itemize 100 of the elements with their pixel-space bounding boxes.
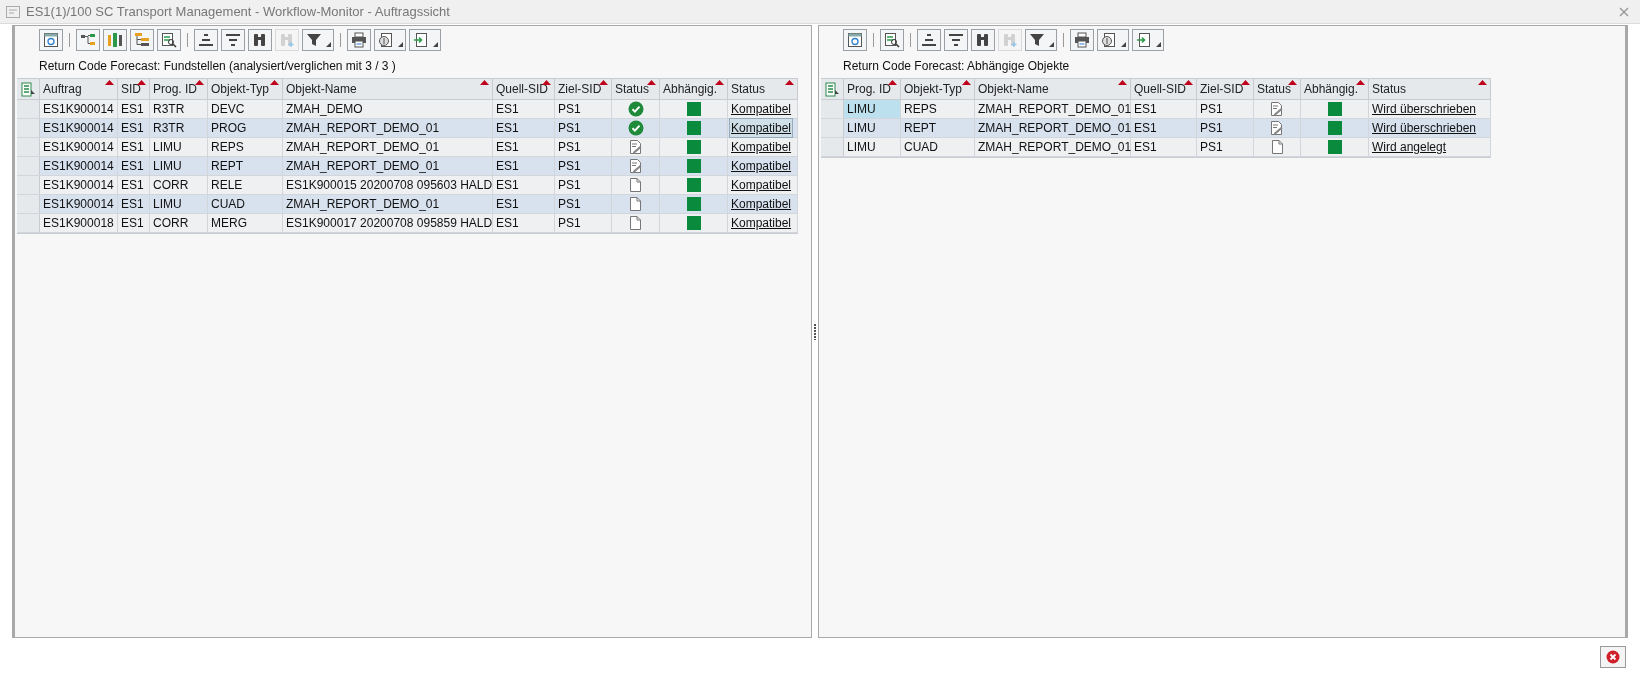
toolbar-button[interactable] bbox=[917, 29, 941, 51]
column-header[interactable]: Quell-SID bbox=[496, 80, 548, 98]
view-icon bbox=[378, 32, 394, 48]
toolbar-button[interactable] bbox=[409, 29, 441, 51]
status-link[interactable]: Kompatibel bbox=[730, 214, 793, 232]
status-link[interactable]: Kompatibel bbox=[730, 176, 793, 194]
dependency-indicator bbox=[1327, 140, 1342, 154]
window-title: ES1(1)/100 SC Transport Management - Workflow-Monitor - Auftragssicht bbox=[26, 2, 450, 21]
tree-icon bbox=[80, 32, 96, 48]
toolbar-button[interactable] bbox=[843, 29, 867, 51]
table-cell: ZMAH_REPORT_DEMO_01 bbox=[975, 100, 1131, 118]
sort-indicator-icon bbox=[480, 80, 489, 85]
status-link[interactable]: Kompatibel bbox=[730, 157, 793, 175]
toolbar-button[interactable] bbox=[76, 29, 100, 51]
toolbar-button[interactable] bbox=[1132, 29, 1164, 51]
toolbar-button[interactable] bbox=[248, 29, 272, 51]
table-cell: ES1 bbox=[493, 176, 555, 194]
table-cell: CORR bbox=[150, 176, 208, 194]
column-header[interactable]: Objekt-Typ bbox=[904, 80, 963, 98]
column-header[interactable]: Status bbox=[731, 80, 766, 98]
table-cell: ES1 bbox=[493, 157, 555, 175]
column-select-icon[interactable] bbox=[20, 81, 36, 97]
table-cell: ES1K900014 bbox=[40, 176, 118, 194]
column-header[interactable]: Ziel-SID bbox=[1200, 80, 1244, 98]
column-header[interactable]: Objekt-Name bbox=[978, 80, 1049, 98]
table-cell: PS1 bbox=[1197, 138, 1254, 156]
toolbar-button[interactable] bbox=[302, 29, 334, 51]
table-cell: ZMAH_REPORT_DEMO_01 bbox=[283, 157, 493, 175]
toolbar-button[interactable] bbox=[130, 29, 154, 51]
toolbar-button[interactable] bbox=[221, 29, 245, 51]
toolbar-button[interactable] bbox=[1070, 29, 1094, 51]
toolbar-button[interactable] bbox=[1097, 29, 1129, 51]
dependency-indicator bbox=[686, 102, 701, 116]
column-header[interactable]: SID bbox=[121, 80, 141, 98]
column-header[interactable]: Abhängig. bbox=[1304, 80, 1359, 98]
document-icon bbox=[1270, 139, 1284, 155]
toolbar-button[interactable] bbox=[194, 29, 218, 51]
toolbar-button[interactable] bbox=[880, 29, 904, 51]
table-cell: LIMU bbox=[150, 195, 208, 213]
filter-icon bbox=[1029, 32, 1045, 48]
sort-indicator-icon bbox=[888, 80, 897, 85]
column-header[interactable]: Abhängig. bbox=[663, 80, 718, 98]
status-link[interactable]: Kompatibel bbox=[730, 138, 793, 156]
close-button[interactable] bbox=[1600, 646, 1626, 668]
table-cell: ES1 bbox=[118, 157, 150, 175]
dependency-indicator bbox=[686, 140, 701, 154]
column-layout-icon bbox=[107, 32, 123, 48]
column-header[interactable]: Ziel-SID bbox=[558, 80, 602, 98]
dependency-indicator bbox=[686, 159, 701, 173]
dependency-indicator bbox=[1327, 102, 1342, 116]
status-link[interactable]: Wird überschrieben bbox=[1371, 119, 1478, 137]
toolbar-button[interactable] bbox=[157, 29, 181, 51]
binoculars-icon bbox=[252, 32, 268, 48]
print-icon bbox=[351, 32, 367, 48]
table-cell: ES1K900014 bbox=[40, 138, 118, 156]
table-cell: LIMU bbox=[150, 157, 208, 175]
table-cell: ES1K900014 bbox=[40, 195, 118, 213]
dependency-indicator bbox=[686, 178, 701, 192]
table-cell: ES1 bbox=[118, 214, 150, 232]
column-header[interactable]: Prog. ID bbox=[847, 80, 891, 98]
table-cell: ZMAH_REPORT_DEMO_01 bbox=[975, 119, 1131, 137]
table-cell: LIMU bbox=[150, 138, 208, 156]
table-cell: PROG bbox=[208, 119, 283, 137]
toolbar-button[interactable] bbox=[971, 29, 995, 51]
column-header[interactable]: Quell-SID bbox=[1134, 80, 1186, 98]
status-link[interactable]: Kompatibel bbox=[730, 100, 793, 118]
table-cell: REPS bbox=[208, 138, 283, 156]
column-header[interactable]: Objekt-Name bbox=[286, 80, 357, 98]
toolbar-button[interactable] bbox=[1025, 29, 1057, 51]
toolbar-button[interactable] bbox=[374, 29, 406, 51]
toolbar-button[interactable] bbox=[103, 29, 127, 51]
toolbar-button[interactable] bbox=[39, 29, 63, 51]
column-header[interactable]: Prog. ID bbox=[153, 80, 197, 98]
table-cell: PS1 bbox=[555, 100, 612, 118]
table-cell: DEVC bbox=[208, 100, 283, 118]
status-link[interactable]: Kompatibel bbox=[730, 195, 793, 213]
binoculars-plus-icon bbox=[1002, 32, 1018, 48]
sort-indicator-icon bbox=[599, 80, 608, 85]
sort-indicator-icon bbox=[1241, 80, 1250, 85]
table-cell: ES1K900014 bbox=[40, 100, 118, 118]
status-link[interactable]: Wird angelegt bbox=[1371, 138, 1448, 156]
close-icon bbox=[1619, 6, 1629, 17]
toolbar-button[interactable] bbox=[347, 29, 371, 51]
column-header[interactable]: Objekt-Typ bbox=[211, 80, 270, 98]
table-cell: CUAD bbox=[901, 138, 975, 156]
toolbar-button[interactable] bbox=[944, 29, 968, 51]
column-header[interactable]: Auftrag bbox=[43, 80, 82, 98]
splitter-handle[interactable] bbox=[814, 323, 816, 340]
document-icon bbox=[629, 177, 642, 193]
column-select-icon[interactable] bbox=[824, 81, 840, 97]
edit-document-icon bbox=[1270, 120, 1284, 136]
table-cell: PS1 bbox=[555, 119, 612, 137]
binoculars-icon bbox=[975, 32, 991, 48]
column-header[interactable]: Status bbox=[1257, 80, 1292, 98]
hierarchy-icon bbox=[134, 32, 150, 48]
column-header[interactable]: Status bbox=[615, 80, 650, 98]
table-cell: CUAD bbox=[208, 195, 283, 213]
status-link[interactable]: Wird überschrieben bbox=[1371, 100, 1478, 118]
status-link[interactable]: Kompatibel bbox=[730, 119, 793, 137]
column-header[interactable]: Status bbox=[1372, 80, 1407, 98]
